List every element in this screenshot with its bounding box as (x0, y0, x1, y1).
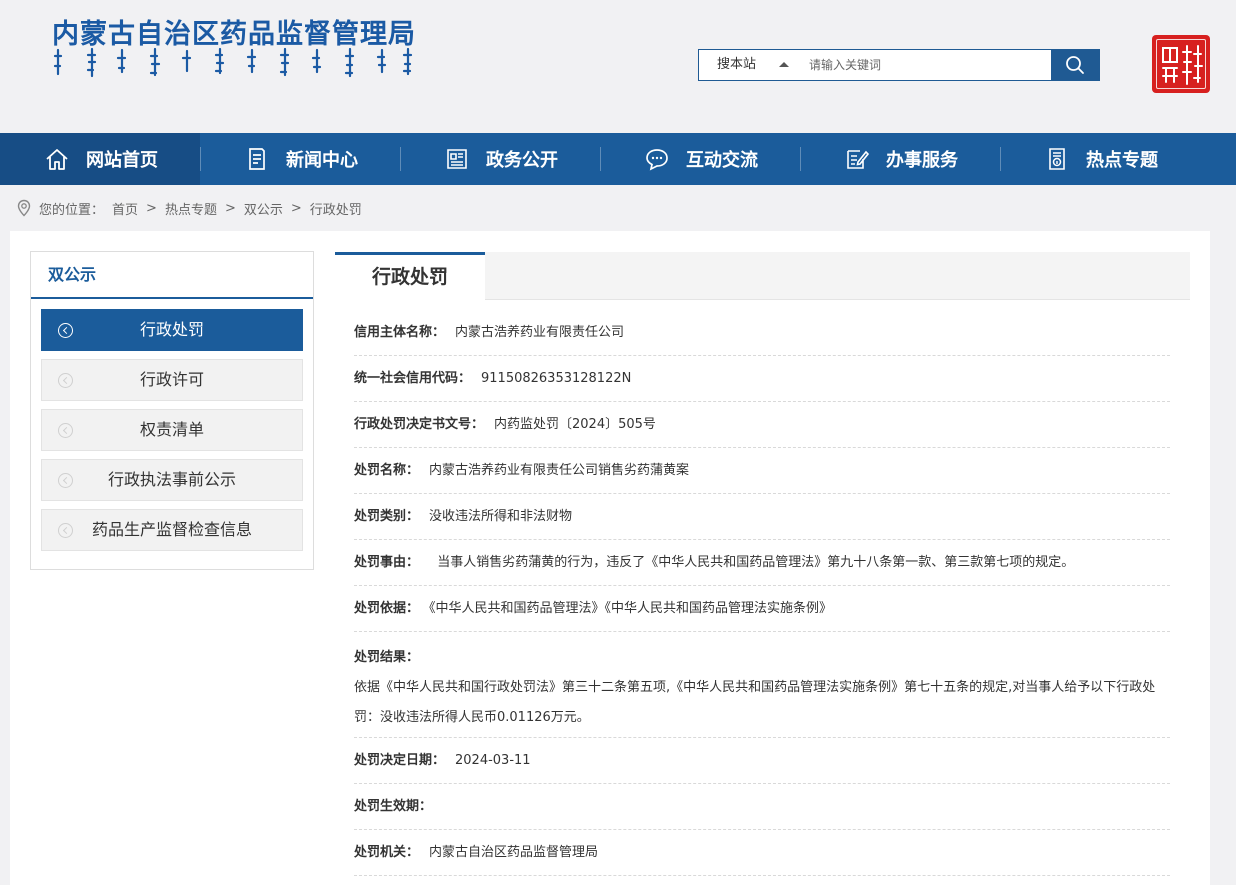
penalty-detail: 信用主体名称： 内蒙古浩养药业有限责任公司 统一社会信用代码： 9115082635… (354, 310, 1170, 876)
sidebar-item-power-list[interactable]: 权责清单 (41, 409, 303, 451)
nav-label: 办事服务 (886, 150, 958, 171)
sidebar-item-production-inspection[interactable]: 药品生产监督检查信息 (41, 509, 303, 551)
field-decision-number: 行政处罚决定书文号： 内药监处罚〔2024〕505号 (354, 402, 1170, 448)
nav-item-topics[interactable]: 热点专题 (1000, 133, 1200, 185)
field-value: 当事人销售劣药蒲黄的行为，违反了《中华人民共和国药品管理法》第九十八条第一款、第… (429, 555, 1075, 570)
search-scope-dropdown[interactable]: 搜本站 (699, 50, 799, 80)
chevron-left-circle-icon (58, 373, 73, 388)
field-value: 内药监处罚〔2024〕505号 (494, 417, 656, 432)
nav-label: 新闻中心 (286, 150, 358, 171)
search-scope-label: 搜本站 (717, 57, 757, 72)
breadcrumb-current[interactable]: 行政处罚 (310, 199, 362, 218)
caret-up-icon (779, 62, 789, 67)
sidebar-item-label: 行政执法事前公示 (107, 470, 236, 489)
seal-logo (1152, 35, 1210, 93)
sidebar-item-label: 药品生产监督检查信息 (91, 520, 252, 539)
field-penalty-result: 处罚结果： 依据《中华人民共和国行政处罚法》第三十二条第五项,《中华人民共和国药… (354, 632, 1170, 738)
main-panel: 双公示 行政处罚 行政许可 权责清单 行政执法事前公示 药品生产监督检查信息 行… (10, 231, 1210, 885)
main-nav: 网站首页 新闻中心 政务公开 互动交流 办事服务 热点专题 (0, 133, 1236, 185)
sidebar-item-enforcement-disclosure[interactable]: 行政执法事前公示 (41, 459, 303, 501)
field-penalty-name: 处罚名称： 内蒙古浩养药业有限责任公司销售劣药蒲黄案 (354, 448, 1170, 494)
newspaper-icon (444, 146, 470, 172)
home-icon (44, 146, 70, 172)
sidebar-item-administrative-penalty[interactable]: 行政处罚 (41, 309, 303, 351)
chevron-left-circle-icon (58, 523, 73, 538)
sidebar-title: 双公示 (31, 252, 313, 299)
nav-item-home[interactable]: 网站首页 (0, 133, 200, 185)
sidebar-item-administrative-license[interactable]: 行政许可 (41, 359, 303, 401)
breadcrumb-separator: > (290, 200, 302, 216)
search-box: 搜本站 (698, 49, 1100, 81)
field-value: 2024-03-11 (455, 753, 531, 768)
chat-icon (644, 146, 670, 172)
field-value: 没收违法所得和非法财物 (429, 509, 573, 524)
field-label: 处罚类别： (354, 509, 420, 524)
field-value: 《中华人民共和国药品管理法》《中华人民共和国药品管理法实施条例》 (429, 601, 833, 616)
field-penalty-category: 处罚类别： 没收违法所得和非法财物 (354, 494, 1170, 540)
search-icon (1066, 56, 1084, 74)
nav-label: 网站首页 (86, 150, 158, 171)
breadcrumb: 您的位置： 首页 > 热点专题 > 双公示 > 行政处罚 (16, 198, 362, 218)
search-button[interactable] (1051, 50, 1099, 80)
content-area: 行政处罚 信用主体名称： 内蒙古浩养药业有限责任公司 统一社会信用代码： 91150… (335, 252, 1190, 876)
field-penalty-reason: 处罚事由： 当事人销售劣药蒲黄的行为，违反了《中华人民共和国药品管理法》第九十八… (354, 540, 1170, 586)
sidebar-list: 行政处罚 行政许可 权责清单 行政执法事前公示 药品生产监督检查信息 (31, 299, 313, 551)
chevron-left-circle-icon (58, 473, 73, 488)
search-input[interactable] (799, 50, 1051, 80)
field-value: 内蒙古浩养药业有限责任公司 (455, 325, 625, 340)
field-label: 行政处罚决定书文号： (354, 417, 485, 432)
location-pin-icon (17, 199, 31, 217)
document-icon (244, 146, 270, 172)
field-credit-code: 统一社会信用代码： 91150826353128122N (354, 356, 1170, 402)
nav-item-news[interactable]: 新闻中心 (200, 133, 400, 185)
field-label: 处罚名称： (354, 463, 420, 478)
nav-label: 热点专题 (1086, 150, 1158, 171)
nav-item-services[interactable]: 办事服务 (800, 133, 1000, 185)
breadcrumb-home[interactable]: 首页 (112, 199, 138, 218)
breadcrumb-double-publicity[interactable]: 双公示 (244, 199, 283, 218)
sidebar-item-label: 权责清单 (139, 420, 204, 439)
sidebar-item-label: 行政处罚 (139, 320, 204, 339)
sidebar: 双公示 行政处罚 行政许可 权责清单 行政执法事前公示 药品生产监督检查信息 (30, 251, 314, 570)
breadcrumb-topics[interactable]: 热点专题 (165, 199, 217, 218)
field-label: 处罚决定日期： (354, 753, 446, 768)
nav-item-interaction[interactable]: 互动交流 (600, 133, 800, 185)
field-penalty-basis: 处罚依据： 《中华人民共和国药品管理法》《中华人民共和国药品管理法实施条例》 (354, 586, 1170, 632)
sidebar-item-label: 行政许可 (139, 370, 204, 389)
tab-bar: 行政处罚 (335, 252, 1190, 301)
edit-icon (844, 146, 870, 172)
field-value: 依据《中华人民共和国行政处罚法》第三十二条第五项,《中华人民共和国药品管理法实施… (354, 680, 1156, 725)
field-effective-date: 处罚生效期： (354, 784, 1170, 830)
site-header: 内蒙古自治区药品监督管理局 搜本站 (0, 0, 1236, 133)
nav-label: 互动交流 (686, 150, 758, 171)
field-penalty-authority: 处罚机关： 内蒙古自治区药品监督管理局 (354, 830, 1170, 876)
tab-administrative-penalty[interactable]: 行政处罚 (335, 252, 485, 301)
field-value: 内蒙古自治区药品监督管理局 (429, 845, 599, 860)
chevron-left-circle-icon (58, 323, 73, 338)
breadcrumb-separator: > (224, 200, 236, 216)
field-decision-date: 处罚决定日期： 2024-03-11 (354, 738, 1170, 784)
nav-label: 政务公开 (486, 150, 558, 171)
field-label: 处罚事由： (354, 555, 420, 570)
field-credit-subject: 信用主体名称： 内蒙古浩养药业有限责任公司 (354, 310, 1170, 356)
nav-item-government[interactable]: 政务公开 (400, 133, 600, 185)
field-label: 处罚依据： (354, 601, 420, 616)
breadcrumb-prefix: 您的位置： (39, 202, 105, 218)
field-value: 内蒙古浩养药业有限责任公司销售劣药蒲黄案 (429, 463, 690, 478)
chevron-left-circle-icon (58, 423, 73, 438)
field-label: 处罚机关： (354, 845, 420, 860)
mongolian-title-logo (52, 46, 417, 82)
field-label: 处罚结果： (354, 650, 420, 665)
info-doc-icon (1044, 146, 1070, 172)
field-label: 统一社会信用代码： (354, 371, 472, 386)
field-label: 信用主体名称： (354, 325, 446, 340)
field-label: 处罚生效期： (354, 799, 433, 814)
breadcrumb-separator: > (146, 200, 157, 216)
field-value: 91150826353128122N (481, 371, 632, 386)
